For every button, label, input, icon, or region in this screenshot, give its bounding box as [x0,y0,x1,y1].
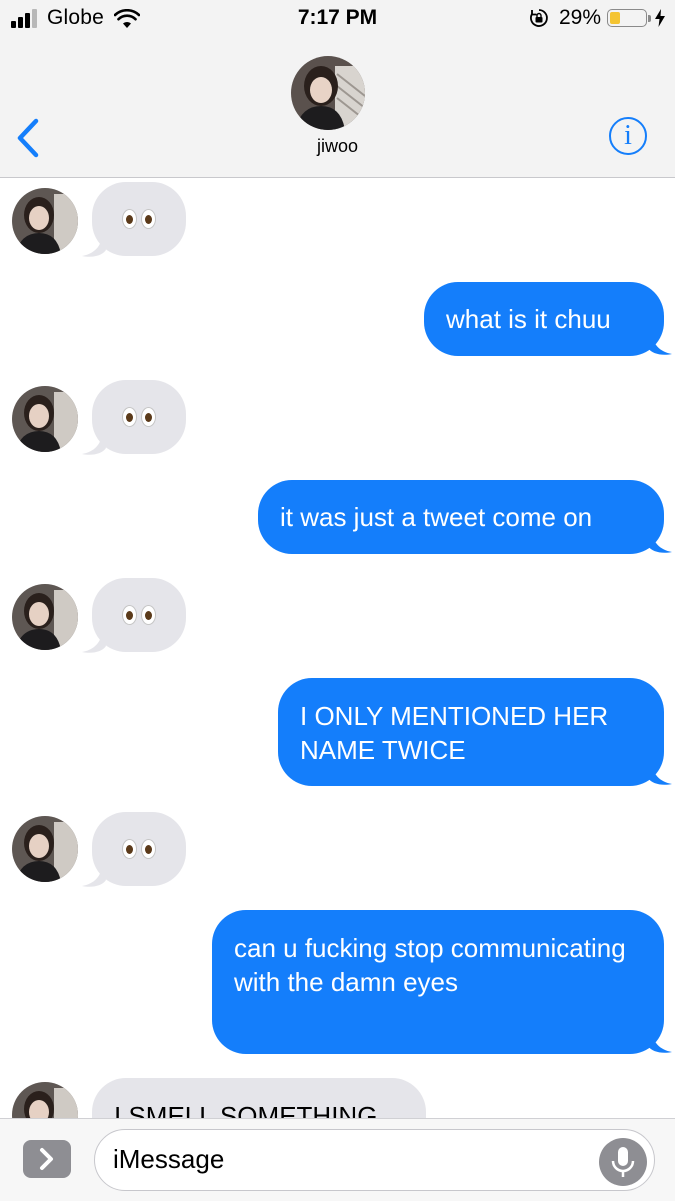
contact-avatar[interactable] [291,56,365,130]
message-bubble-incoming[interactable] [92,812,186,886]
message-bubble-incoming[interactable]: I SMELL SOMETHING [92,1078,426,1118]
microphone-button[interactable] [599,1138,647,1186]
sender-avatar[interactable] [12,816,78,882]
charging-bolt-icon [655,9,665,27]
status-right: 29% [529,6,665,30]
message-bubble-outgoing[interactable]: I ONLY MENTIONED HER NAME TWICE [278,678,664,786]
message-bubble-incoming[interactable] [92,578,186,652]
message-bubble-outgoing[interactable]: what is it chuu [424,282,664,356]
message-bubble-incoming[interactable] [92,380,186,454]
app-drawer-button[interactable] [23,1140,71,1178]
eyes-emoji-icon [92,812,186,886]
sender-avatar[interactable] [12,584,78,650]
message-bubble-incoming[interactable] [92,182,186,256]
battery-icon [607,9,647,27]
contact-name[interactable]: jiwoo [0,136,675,157]
sender-avatar[interactable] [12,188,78,254]
battery-nub [648,14,651,22]
microphone-icon [611,1147,635,1177]
info-icon[interactable]: i [609,117,647,155]
eyes-emoji-icon [92,578,186,652]
compose-bar: iMessage [0,1118,675,1201]
sender-avatar[interactable] [12,1082,78,1118]
chevron-right-icon [40,1148,53,1170]
message-thread[interactable]: what is it chuu it was just a tweet come… [0,178,675,1118]
sender-avatar[interactable] [12,386,78,452]
battery-level-fill [610,12,620,24]
message-bubble-outgoing[interactable]: can u fucking stop communicating with th… [212,910,664,1054]
imessage-input[interactable]: iMessage [94,1129,655,1191]
message-bubble-outgoing[interactable]: it was just a tweet come on [258,480,664,554]
eyes-emoji-icon [92,182,186,256]
conversation-header: jiwoo i [0,38,675,178]
rotation-lock-icon [530,9,548,27]
eyes-emoji-icon [92,380,186,454]
battery-percent: 29% [558,6,601,29]
status-bar: Globe 7:17 PM 29% [0,0,675,38]
